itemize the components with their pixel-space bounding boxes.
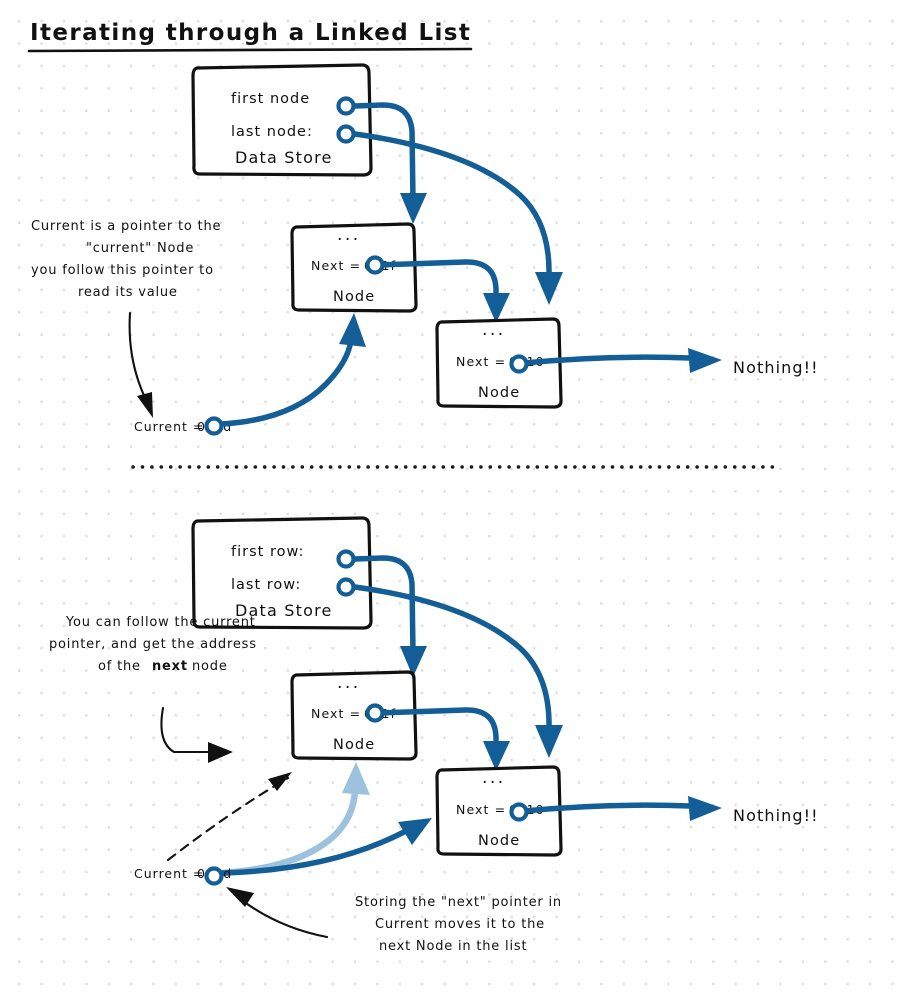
pointer-dot-node2-next-upper [509, 354, 529, 374]
data-store-upper-row-last: last node: [231, 124, 313, 140]
annotation-lower-bottom-leader-arrowhead [226, 887, 254, 907]
data-store-lower-row-first: first row: [231, 544, 304, 560]
pointer-dot-node1-next-upper [365, 255, 385, 275]
title-underline [27, 47, 473, 53]
terminator-label-lower: Nothing!! [733, 806, 819, 825]
node-upper-first-dots: ... [337, 225, 361, 245]
pointer-dot-last-node-upper [336, 124, 356, 144]
pointer-node2-next-upper-arrowhead [688, 348, 722, 373]
pointer-last-node-upper-arrowhead [535, 272, 563, 305]
node-lower-first-next-label: Next = [311, 706, 361, 721]
node-lower-second-title: Node [478, 833, 520, 849]
page-title: Iterating through a Linked List [30, 20, 471, 46]
annotation-lower-top-leader-arrowhead [208, 742, 233, 763]
node-upper-second-title: Node [478, 385, 520, 401]
pointer-node1-next-lower-arrowhead [483, 741, 510, 771]
node-upper-second-dots: ... [482, 320, 506, 340]
pointer-current-lower-old-faded-arrowhead [342, 762, 370, 795]
annotation-upper-line-3: you follow this pointer to [31, 263, 214, 278]
annotation-bottom-line-1: Storing the "next" pointer in [355, 895, 562, 910]
pointer-dot-first-row-lower [336, 549, 356, 569]
annotation-bottom-line-2: Current moves it to the [375, 917, 545, 932]
annotation-upper-line-1: Current is a pointer to the [31, 219, 221, 234]
dashed-pointer-arrowhead [268, 772, 292, 791]
annotation-lower-line-3-prefix: of the [98, 659, 141, 674]
node-upper-first-title: Node [333, 289, 375, 305]
pointer-current-upper-arrowhead [339, 313, 366, 347]
pointer-current-upper [219, 337, 354, 427]
pointer-last-row-lower-arrowhead [535, 725, 563, 758]
data-store-upper-title: Data Store [235, 148, 333, 167]
pointer-dot-node1-next-lower [365, 703, 385, 723]
current-label-upper: Current = [134, 419, 204, 434]
node-upper-second-next-label: Next = [456, 354, 506, 369]
node-lower-second-dots: ... [482, 768, 506, 788]
node-lower-first-dots: ... [337, 673, 361, 693]
pointer-dot-last-row-lower [336, 577, 356, 597]
pointer-first-node-upper-arrowhead [400, 193, 427, 224]
pointer-dot-current-lower [204, 866, 224, 886]
data-store-lower-row-last: last row: [231, 577, 301, 593]
pointer-node1-next-upper-arrowhead [483, 293, 510, 323]
data-store-upper-row-first: first node [231, 91, 310, 107]
annotation-bottom-line-3: next Node in the list [379, 939, 527, 954]
pointer-node2-next-lower-arrowhead [688, 796, 722, 821]
pointer-dot-first-node-upper [336, 96, 356, 116]
node-upper-first-next-label: Next = [311, 258, 361, 273]
annotation-upper-line-4: read its value [78, 285, 178, 300]
dashed-pointer-current-to-node1 [166, 776, 290, 862]
annotation-lower-line-3-suffix: node [192, 659, 228, 674]
annotation-lower-line-3-emphasis: next [152, 659, 188, 674]
current-label-lower: Current = [134, 866, 204, 881]
annotation-lower-line-1: You can follow the current [65, 615, 256, 630]
pointer-dot-node2-next-lower [509, 802, 529, 822]
annotation-upper-leader-arrowhead [137, 392, 153, 418]
terminator-label-upper: Nothing!! [733, 358, 819, 377]
linked-list-diagram: Iterating through a Linked List first no… [27, 20, 819, 954]
node-lower-second-next-label: Next = [456, 802, 506, 817]
annotation-lower-line-2: pointer, and get the address [49, 637, 257, 652]
pointer-dot-current-upper [204, 416, 224, 436]
annotation-lower-top-leader-line [160, 706, 213, 754]
annotation-upper-leader-line [128, 311, 148, 402]
annotation-upper-line-2: "current" Node [86, 241, 194, 256]
node-lower-first-title: Node [333, 737, 375, 753]
annotation-lower-bottom-leader-line [241, 899, 329, 939]
